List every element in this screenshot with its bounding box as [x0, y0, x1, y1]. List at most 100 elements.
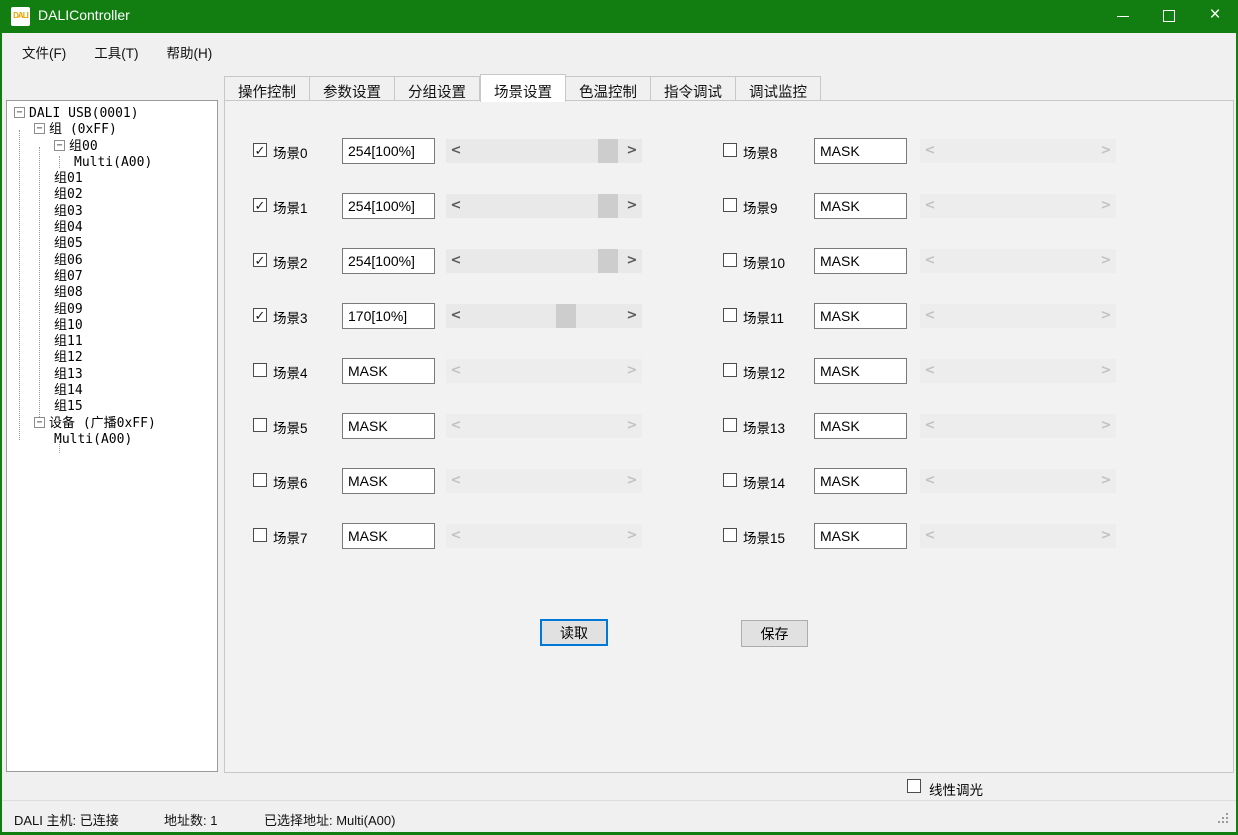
scene-slider: <>: [920, 524, 1116, 548]
tree-item[interactable]: 组07: [7, 269, 217, 285]
slider-left-arrow-icon: <: [920, 194, 940, 218]
slider-right-arrow-icon[interactable]: >: [622, 139, 642, 163]
collapse-minus-icon[interactable]: −: [34, 123, 45, 134]
scene-checkbox[interactable]: [253, 473, 267, 487]
scene-checkbox[interactable]: [253, 363, 267, 377]
close-button[interactable]: ×: [1192, 0, 1238, 33]
scene-slider: <>: [446, 469, 642, 493]
scene-checkbox[interactable]: [723, 528, 737, 542]
tree-item[interactable]: 组02: [7, 187, 217, 203]
tree-item[interactable]: 组11: [7, 334, 217, 350]
tree-item[interactable]: 组05: [7, 236, 217, 252]
tree-item[interactable]: 组13: [7, 367, 217, 383]
scene-value-input[interactable]: [814, 358, 907, 384]
scene-checkbox[interactable]: [253, 418, 267, 432]
tree-item[interactable]: Multi(A00): [7, 155, 217, 171]
scene-checkbox[interactable]: [723, 473, 737, 487]
scene-checkbox[interactable]: ✓: [253, 253, 267, 267]
slider-thumb[interactable]: [598, 139, 618, 163]
read-button[interactable]: 读取: [540, 619, 608, 646]
slider-left-arrow-icon[interactable]: <: [446, 139, 466, 163]
tab-5[interactable]: 色温控制: [566, 76, 651, 101]
tab-1[interactable]: 操作控制: [224, 76, 310, 101]
tab-6[interactable]: 指令调试: [651, 76, 736, 101]
tree-item[interactable]: 组14: [7, 383, 217, 399]
scene-checkbox[interactable]: ✓: [253, 143, 267, 157]
tree-item[interactable]: 组03: [7, 204, 217, 220]
minimize-button[interactable]: [1100, 0, 1146, 33]
tree-item[interactable]: 组06: [7, 253, 217, 269]
menu-item-tools[interactable]: 工具(T): [80, 33, 152, 69]
slider-left-arrow-icon[interactable]: <: [446, 194, 466, 218]
scene-value-input[interactable]: [342, 193, 435, 219]
tab-2[interactable]: 参数设置: [310, 76, 395, 101]
save-button[interactable]: 保存: [741, 620, 808, 647]
scene-value-input[interactable]: [814, 248, 907, 274]
tree-item[interactable]: −设备 (广播0xFF): [7, 416, 217, 432]
scene-checkbox[interactable]: [723, 363, 737, 377]
slider-right-arrow-icon[interactable]: >: [622, 194, 642, 218]
scene-value-input[interactable]: [342, 523, 435, 549]
scene-value-input[interactable]: [342, 468, 435, 494]
slider-left-arrow-icon[interactable]: <: [446, 304, 466, 328]
scene-value-input[interactable]: [814, 468, 907, 494]
tree-item[interactable]: Multi(A00): [7, 432, 217, 448]
tree-item-label: 组04: [54, 220, 83, 236]
menu-item-help[interactable]: 帮助(H): [153, 33, 227, 69]
tree-item[interactable]: 组10: [7, 318, 217, 334]
collapse-minus-icon[interactable]: −: [14, 107, 25, 118]
slider-thumb[interactable]: [598, 194, 618, 218]
scene-checkbox[interactable]: ✓: [253, 198, 267, 212]
tree-item[interactable]: 组15: [7, 399, 217, 415]
scene-slider[interactable]: <>: [446, 304, 642, 328]
scene-value-input[interactable]: [814, 413, 907, 439]
scene-value-input[interactable]: [814, 303, 907, 329]
tree-item[interactable]: 组08: [7, 285, 217, 301]
scene-value-input[interactable]: [814, 138, 907, 164]
scene-label: 场景0: [273, 142, 308, 162]
scene-value-input[interactable]: [342, 413, 435, 439]
scene-slider[interactable]: <>: [446, 249, 642, 273]
menu-item-file[interactable]: 文件(F): [8, 33, 80, 69]
scene-checkbox[interactable]: [723, 308, 737, 322]
scene-checkbox[interactable]: [723, 143, 737, 157]
resize-grip-icon[interactable]: [1216, 813, 1228, 825]
tab-3[interactable]: 分组设置: [395, 76, 480, 101]
tree-item[interactable]: 组01: [7, 171, 217, 187]
scene-value-input[interactable]: [342, 303, 435, 329]
scene-slider[interactable]: <>: [446, 139, 642, 163]
slider-right-arrow-icon[interactable]: >: [622, 249, 642, 273]
tab-7[interactable]: 调试监控: [736, 76, 821, 101]
linear-dimming-checkbox[interactable]: [907, 779, 921, 793]
slider-right-arrow-icon[interactable]: >: [622, 304, 642, 328]
tree-item[interactable]: −组00: [7, 139, 217, 155]
tree-item[interactable]: 组04: [7, 220, 217, 236]
tree-item[interactable]: 组09: [7, 302, 217, 318]
scene-value-input[interactable]: [342, 248, 435, 274]
status-selected-address: 已选择地址: Multi(A00): [264, 810, 395, 829]
scene-checkbox[interactable]: ✓: [253, 308, 267, 322]
tree-item-label: 组09: [54, 302, 83, 318]
scene-value-input[interactable]: [342, 138, 435, 164]
slider-thumb[interactable]: [556, 304, 576, 328]
tree-item[interactable]: 组12: [7, 350, 217, 366]
tree-item-label: 组01: [54, 171, 83, 187]
scene-label: 场景4: [273, 362, 308, 382]
scene-value-input[interactable]: [814, 523, 907, 549]
collapse-minus-icon[interactable]: −: [54, 140, 65, 151]
slider-left-arrow-icon[interactable]: <: [446, 249, 466, 273]
scene-checkbox[interactable]: [723, 418, 737, 432]
slider-thumb[interactable]: [598, 249, 618, 273]
tab-4[interactable]: 场景设置: [480, 74, 566, 102]
scene-checkbox[interactable]: [723, 253, 737, 267]
tree-item[interactable]: −组 (0xFF): [7, 122, 217, 138]
tree-item[interactable]: −DALI USB(0001): [7, 106, 217, 122]
scene-value-input[interactable]: [342, 358, 435, 384]
collapse-minus-icon[interactable]: −: [34, 417, 45, 428]
scene-slider: <>: [920, 414, 1116, 438]
scene-checkbox[interactable]: [253, 528, 267, 542]
maximize-button[interactable]: [1146, 0, 1192, 33]
scene-checkbox[interactable]: [723, 198, 737, 212]
scene-value-input[interactable]: [814, 193, 907, 219]
scene-slider[interactable]: <>: [446, 194, 642, 218]
